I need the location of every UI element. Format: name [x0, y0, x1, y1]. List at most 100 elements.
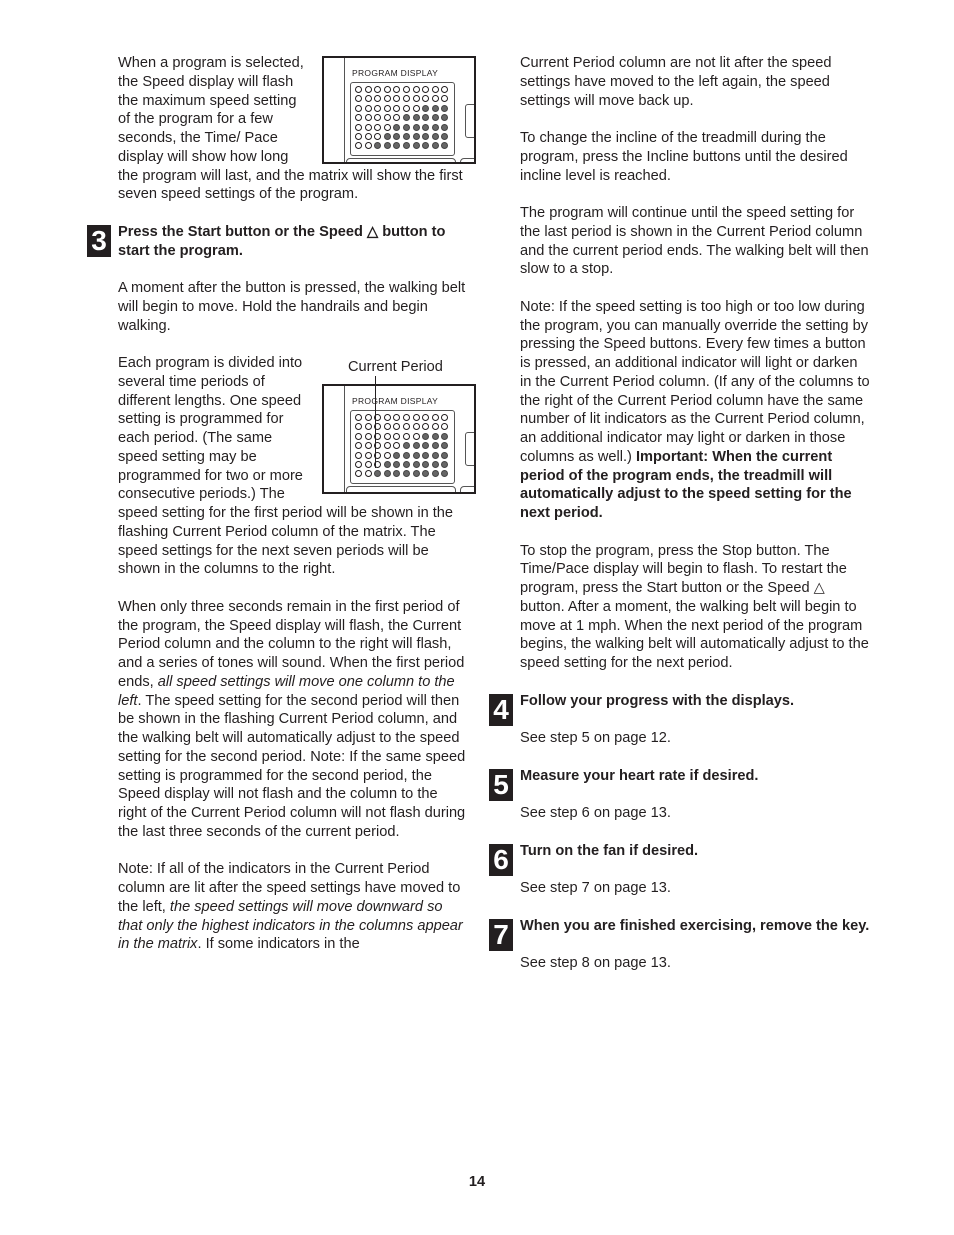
console-panel: PROGRAM DISPLAY	[322, 384, 476, 494]
step-5: 5 Measure your heart rate if desired.	[489, 767, 870, 801]
step-number-badge: 3	[87, 224, 111, 257]
led-indicator-lit	[441, 432, 449, 440]
side-button-outline	[465, 104, 474, 138]
step-heading: When you are finished exercising, remove…	[520, 917, 870, 934]
led-indicator-lit	[431, 104, 439, 112]
led-indicator-unlit	[355, 451, 362, 459]
step-text: See step 5 on page 12.	[520, 730, 671, 746]
led-indicator-unlit	[355, 95, 362, 103]
led-indicator-unlit	[364, 460, 372, 468]
step-heading: Turn on the fan if desired.	[520, 842, 699, 859]
led-indicator-lit	[441, 123, 449, 131]
led-indicator-lit	[393, 132, 401, 140]
led-indicator-lit	[422, 104, 430, 112]
led-indicator-unlit	[412, 414, 420, 421]
led-indicator-unlit	[441, 414, 449, 421]
led-indicator-unlit	[364, 95, 372, 103]
led-indicator-unlit	[364, 114, 372, 122]
led-indicator-unlit	[383, 95, 391, 103]
led-indicator-unlit	[364, 414, 372, 421]
right-paragraph-3: The program will continue until the spee…	[520, 205, 869, 278]
step-7: 7 When you are finished exercising, remo…	[489, 917, 870, 951]
current-period-label: Current Period	[348, 359, 443, 375]
step-text: See step 6 on page 13.	[520, 805, 671, 821]
led-indicator-unlit	[412, 86, 420, 93]
led-indicator-unlit	[383, 442, 391, 450]
led-indicator-lit	[402, 123, 410, 131]
led-indicator-unlit	[374, 95, 382, 103]
led-indicator-unlit	[355, 142, 362, 150]
led-indicator-unlit	[393, 442, 401, 450]
step3-paragraph-4: Note: If all of the indicators in the Cu…	[118, 861, 463, 953]
led-indicator-unlit	[355, 470, 362, 478]
step-number-badge: 4	[489, 693, 513, 726]
led-indicator-unlit	[431, 423, 439, 431]
led-indicator-unlit	[412, 432, 420, 440]
led-indicator-lit	[431, 432, 439, 440]
led-indicator-lit	[412, 114, 420, 122]
led-indicator-lit	[402, 470, 410, 478]
step3-paragraph-3: When only three seconds remain in the fi…	[118, 598, 466, 840]
led-matrix	[354, 85, 450, 151]
led-indicator-unlit	[431, 95, 439, 103]
step-6: 6 Turn on the fan if desired.	[489, 842, 870, 876]
console-panel: PROGRAM DISPLAY	[322, 56, 476, 164]
led-indicator-lit	[422, 442, 430, 450]
left-column: PROGRAM DISPLAY When a program is select…	[87, 54, 476, 973]
led-indicator-unlit	[383, 104, 391, 112]
led-indicator-unlit	[355, 132, 362, 140]
led-indicator-lit	[402, 451, 410, 459]
step-heading: Follow your progress with the displays.	[520, 692, 795, 709]
led-indicator-lit	[412, 142, 420, 150]
led-indicator-lit	[441, 132, 449, 140]
led-indicator-lit	[412, 123, 420, 131]
step-text: See step 8 on page 13.	[520, 955, 671, 971]
led-indicator-unlit	[393, 414, 401, 421]
led-indicator-lit	[441, 451, 449, 459]
led-indicator-lit	[431, 460, 439, 468]
led-indicator-unlit	[364, 442, 372, 450]
led-indicator-unlit	[393, 86, 401, 93]
led-indicator-lit	[393, 123, 401, 131]
led-indicator-unlit	[422, 86, 430, 93]
led-indicator-unlit	[364, 86, 372, 93]
led-indicator-lit	[441, 442, 449, 450]
led-indicator-unlit	[355, 104, 362, 112]
led-indicator-unlit	[374, 114, 382, 122]
led-matrix	[354, 413, 450, 479]
led-indicator-lit	[393, 470, 401, 478]
led-indicator-lit	[422, 142, 430, 150]
led-indicator-unlit	[412, 104, 420, 112]
led-indicator-unlit	[431, 414, 439, 421]
led-indicator-unlit	[364, 123, 372, 131]
led-indicator-unlit	[393, 114, 401, 122]
led-indicator-lit	[383, 470, 391, 478]
led-indicator-unlit	[364, 470, 372, 478]
led-indicator-unlit	[355, 414, 362, 421]
page-number: 14	[468, 1174, 486, 1190]
led-indicator-unlit	[355, 123, 362, 131]
led-indicator-lit	[393, 460, 401, 468]
led-indicator-lit	[441, 460, 449, 468]
led-indicator-lit	[393, 451, 401, 459]
led-indicator-unlit	[402, 423, 410, 431]
led-indicator-lit	[402, 460, 410, 468]
led-indicator-unlit	[393, 95, 401, 103]
led-indicator-lit	[422, 470, 430, 478]
led-indicator-unlit	[422, 95, 430, 103]
led-indicator-unlit	[355, 442, 362, 450]
led-indicator-lit	[402, 142, 410, 150]
led-indicator-unlit	[402, 95, 410, 103]
led-indicator-lit	[402, 114, 410, 122]
led-indicator-lit	[431, 114, 439, 122]
led-indicator-lit	[441, 104, 449, 112]
led-indicator-unlit	[412, 95, 420, 103]
led-indicator-lit	[412, 132, 420, 140]
led-indicator-unlit	[383, 451, 391, 459]
led-indicator-unlit	[393, 423, 401, 431]
led-indicator-lit	[431, 132, 439, 140]
step3-paragraph-1: A moment after the button is pressed, th…	[118, 280, 466, 334]
program-display-label: PROGRAM DISPLAY	[352, 396, 439, 406]
side-button-outline	[465, 432, 474, 466]
step-4: 4 Follow your progress with the displays…	[489, 692, 870, 726]
